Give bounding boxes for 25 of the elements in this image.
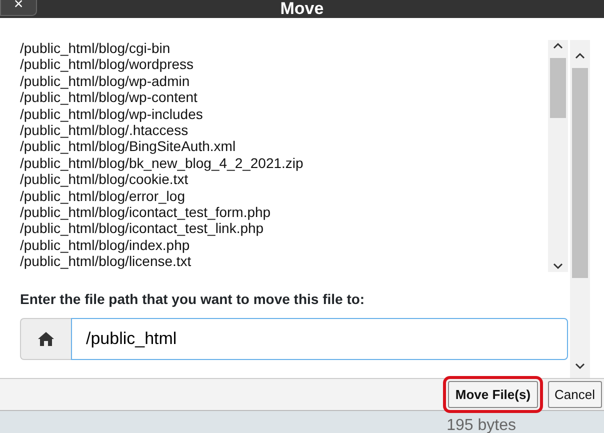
path-field[interactable]: /public_html bbox=[71, 318, 568, 360]
path-item[interactable]: /public_html/blog/bk_new_blog_4_2_2021.zip bbox=[20, 154, 548, 172]
close-button[interactable]: × bbox=[0, 0, 37, 16]
window-title: Move bbox=[280, 0, 324, 18]
path-item[interactable]: /public_html/blog/index.php bbox=[20, 236, 548, 254]
path-item[interactable]: /public_html/blog/icontact_test_link.php bbox=[20, 220, 548, 237]
file-size: 195 bytes bbox=[446, 417, 516, 433]
cancel-button[interactable]: Cancel bbox=[548, 380, 602, 408]
scrollbar-thumb[interactable] bbox=[550, 58, 566, 118]
path-item[interactable]: /public_html/blog/wordpress bbox=[20, 56, 548, 73]
scrollbar[interactable] bbox=[570, 40, 590, 378]
path-item[interactable]: /public_html/blog/cgi-bin bbox=[20, 40, 548, 56]
scrollbar[interactable] bbox=[548, 40, 568, 272]
path-item[interactable]: /public_html/blog/error_log bbox=[20, 188, 548, 204]
home-icon bbox=[37, 331, 55, 347]
path-item[interactable]: /public_html/blog/license.txt bbox=[20, 253, 548, 270]
path-item[interactable]: /public_html/blog/wp-admin bbox=[20, 72, 548, 90]
path-item[interactable]: /public_html/blog/wp-includes bbox=[20, 106, 548, 122]
field-label: Enter the file path that you want to move this file to: bbox=[20, 290, 366, 309]
path-item[interactable]: /public_html/blog/BingSiteAuth.xml bbox=[20, 138, 548, 155]
scrollbar-thumb[interactable] bbox=[572, 68, 588, 278]
path-item[interactable]: /public_html/blog/wp-content bbox=[20, 89, 548, 106]
path-item[interactable]: /public_html/blog/cookie.txt bbox=[20, 171, 548, 188]
path-item[interactable]: /public_html/blog/.htaccess bbox=[20, 122, 548, 138]
path-item[interactable]: /public_html/blog/icontact_test_form.php bbox=[20, 204, 548, 220]
